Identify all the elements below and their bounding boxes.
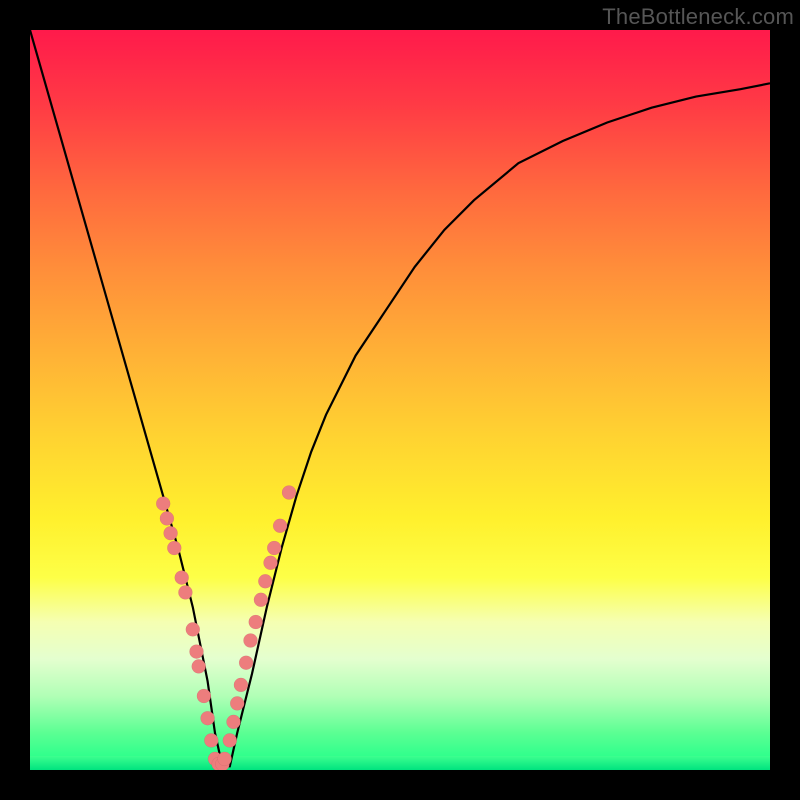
- dot: [227, 715, 241, 729]
- dot: [282, 486, 296, 500]
- plot-area: [30, 30, 770, 770]
- dot: [264, 556, 278, 570]
- dot: [204, 733, 218, 747]
- dot: [239, 656, 253, 670]
- dot: [218, 752, 232, 766]
- dot: [234, 678, 248, 692]
- chart-svg: [30, 30, 770, 770]
- dot: [156, 497, 170, 511]
- dot: [249, 615, 263, 629]
- bottleneck-curve: [30, 30, 770, 766]
- dot: [258, 574, 272, 588]
- dot: [186, 622, 200, 636]
- dot: [201, 711, 215, 725]
- dot: [267, 541, 281, 555]
- dot: [254, 593, 268, 607]
- dot: [178, 585, 192, 599]
- chart-frame: TheBottleneck.com: [0, 0, 800, 800]
- dot: [223, 733, 237, 747]
- dot: [167, 541, 181, 555]
- dot: [230, 696, 244, 710]
- dot: [244, 634, 258, 648]
- dot: [192, 659, 206, 673]
- dot: [197, 689, 211, 703]
- dot: [160, 511, 174, 525]
- dot: [273, 519, 287, 533]
- dot: [175, 571, 189, 585]
- sample-dots: [156, 486, 296, 771]
- dot: [164, 526, 178, 540]
- dot: [190, 645, 204, 659]
- watermark-text: TheBottleneck.com: [602, 4, 794, 30]
